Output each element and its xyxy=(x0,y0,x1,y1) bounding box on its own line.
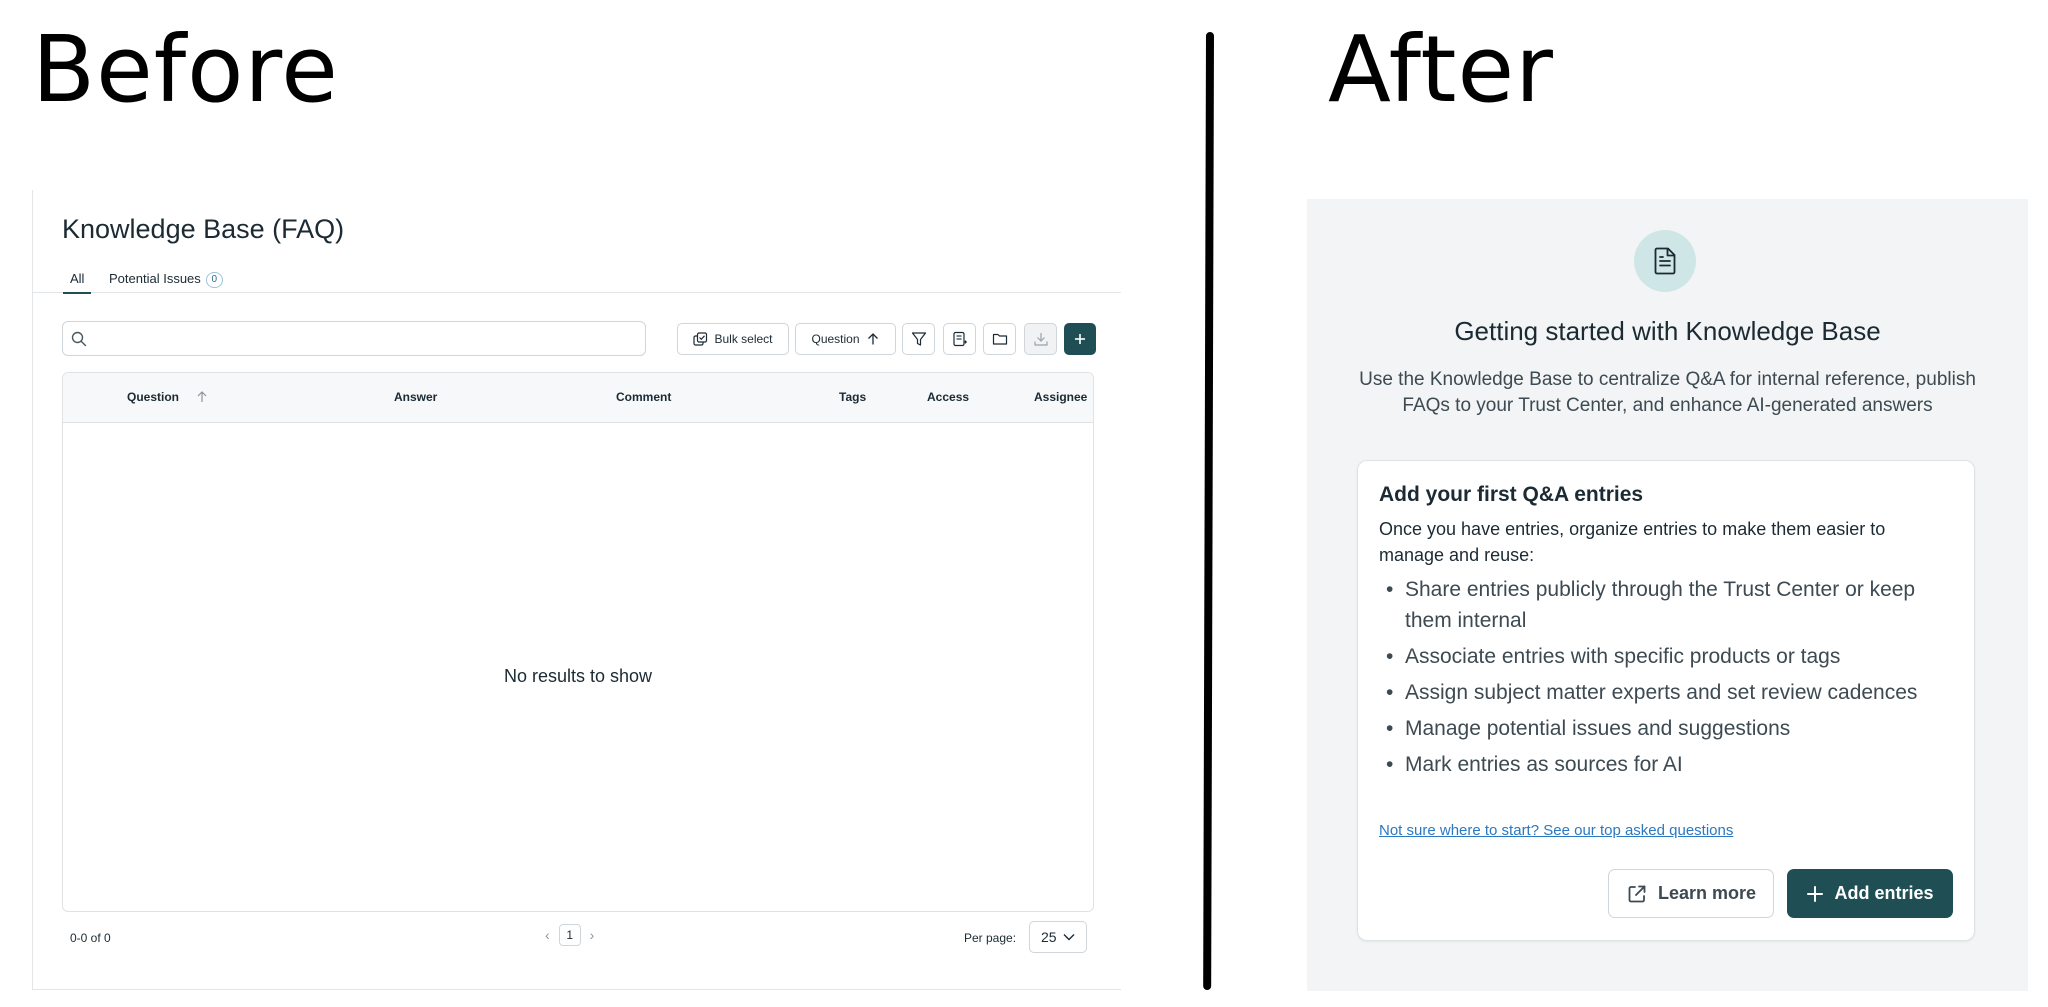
before-heading: Before xyxy=(32,16,339,123)
pagination: ‹ 1 › xyxy=(545,924,594,946)
per-page-value: 25 xyxy=(1041,929,1057,945)
before-panel: Knowledge Base (FAQ) All Potential Issue… xyxy=(32,190,1121,990)
search-field[interactable] xyxy=(62,321,646,356)
folder-button[interactable] xyxy=(983,323,1016,355)
after-heading: After xyxy=(1328,16,1554,123)
column-header-access[interactable]: Access xyxy=(927,390,969,404)
per-page-label: Per page: xyxy=(964,931,1017,945)
folder-icon xyxy=(992,333,1007,345)
divider xyxy=(1203,31,1214,991)
first-entries-card: Add your first Q&A entries Once you have… xyxy=(1357,460,1975,941)
filter-icon xyxy=(911,332,926,346)
tab-potential-issues[interactable]: Potential Issues 0 xyxy=(109,271,223,293)
download-icon xyxy=(1033,333,1048,346)
potential-issues-count-badge: 0 xyxy=(205,272,223,288)
learn-more-button[interactable]: Learn more xyxy=(1608,869,1774,918)
column-header-comment[interactable]: Comment xyxy=(616,390,671,404)
search-input[interactable] xyxy=(93,328,633,350)
sort-ascending-icon xyxy=(197,391,207,402)
top-questions-link[interactable]: Not sure where to start? See our top ask… xyxy=(1379,822,1733,839)
columns-icon xyxy=(952,331,967,347)
filter-button[interactable] xyxy=(902,323,935,355)
document-icon xyxy=(1654,247,1676,275)
learn-more-label: Learn more xyxy=(1657,883,1757,903)
list-item: Mark entries as sources for AI xyxy=(1379,749,1939,780)
table-header: Question Answer Comment Tags Access Assi… xyxy=(63,373,1093,423)
page-title: Knowledge Base (FAQ) xyxy=(62,214,345,244)
add-entry-button[interactable] xyxy=(1064,323,1096,355)
bulk-select-icon xyxy=(693,331,708,346)
sort-button[interactable]: Question xyxy=(795,323,896,355)
list-item: Assign subject matter experts and set re… xyxy=(1379,677,1939,708)
previous-page-icon[interactable]: ‹ xyxy=(545,927,550,943)
tab-bar: All Potential Issues 0 xyxy=(33,268,1121,294)
per-page-select[interactable]: 25 xyxy=(1029,921,1087,953)
plus-icon xyxy=(1075,334,1085,344)
columns-button[interactable] xyxy=(943,323,976,355)
results-range: 0-0 of 0 xyxy=(70,931,111,945)
arrow-up-icon xyxy=(867,333,878,345)
download-button[interactable] xyxy=(1024,323,1057,355)
external-link-icon xyxy=(1628,885,1646,902)
tab-potential-issues-label: Potential Issues xyxy=(109,271,201,286)
empty-state-message: No results to show xyxy=(503,666,653,686)
bulk-select-button[interactable]: Bulk select xyxy=(677,323,789,355)
getting-started-title: Getting started with Knowledge Base xyxy=(1454,316,1881,346)
search-icon xyxy=(71,331,87,347)
column-header-answer[interactable]: Answer xyxy=(394,390,437,404)
list-item: Associate entries with specific products… xyxy=(1379,641,1939,672)
plus-icon xyxy=(1807,885,1824,902)
tab-all[interactable]: All xyxy=(62,271,93,294)
list-item: Share entries publicly through the Trust… xyxy=(1379,574,1939,636)
panel-bottom-rule xyxy=(33,989,1121,990)
card-intro: Once you have entries, organize entries … xyxy=(1379,519,1886,565)
page-number[interactable]: 1 xyxy=(558,924,581,946)
bulk-select-label: Bulk select xyxy=(714,332,773,346)
list-item: Manage potential issues and suggestions xyxy=(1379,713,1939,744)
document-icon-badge xyxy=(1634,230,1696,292)
card-title: Add your first Q&A entries xyxy=(1379,483,1644,506)
next-page-icon[interactable]: › xyxy=(590,927,595,943)
column-header-assignee[interactable]: Assignee xyxy=(1034,390,1087,404)
column-header-question-label: Question xyxy=(127,390,180,404)
add-entries-button[interactable]: Add entries xyxy=(1787,869,1953,918)
tab-all-label: All xyxy=(70,271,85,286)
entries-table: Question Answer Comment Tags Access Assi… xyxy=(62,372,1094,912)
getting-started-description: Use the Knowledge Base to centralize Q&A… xyxy=(1359,369,1976,416)
column-header-tags[interactable]: Tags xyxy=(839,390,866,404)
after-panel: Getting started with Knowledge Base Use … xyxy=(1307,199,2028,991)
chevron-down-icon xyxy=(1063,934,1075,941)
feature-list: Share entries publicly through the Trust… xyxy=(1379,574,1939,785)
column-header-question[interactable]: Question xyxy=(127,390,207,404)
add-entries-label: Add entries xyxy=(1834,883,1934,903)
sort-label: Question xyxy=(811,332,860,346)
